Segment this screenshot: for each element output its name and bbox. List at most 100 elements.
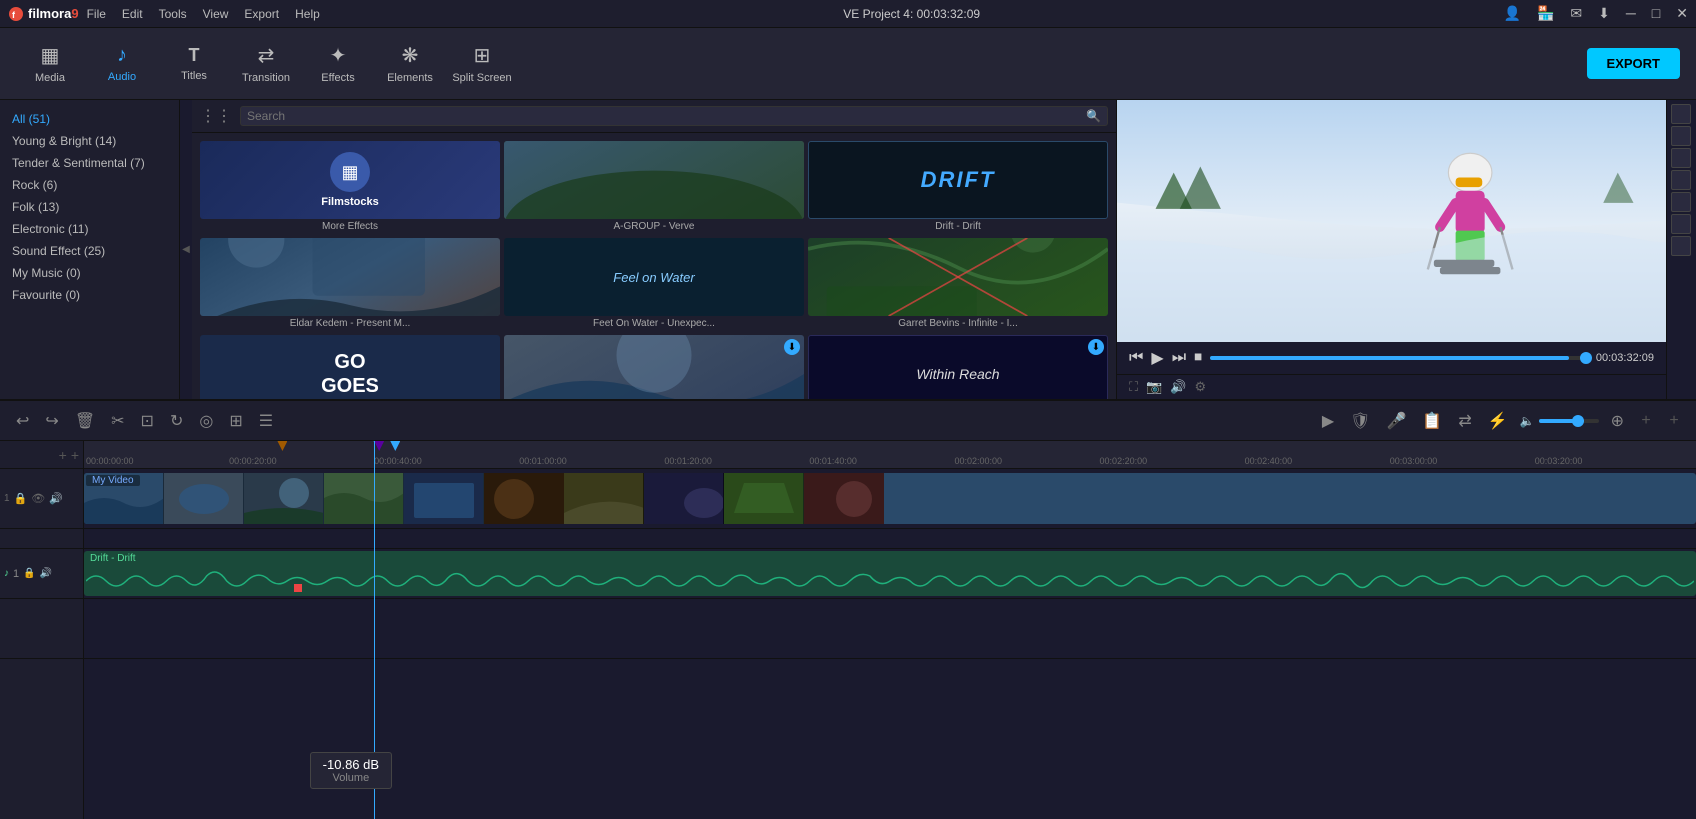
list-item[interactable]: Eldar Kedem - Present M... [200,238,500,331]
add-video-track-icon[interactable]: + [59,447,67,463]
menu-tools[interactable]: Tools [159,7,187,21]
panel-collapse[interactable]: ◀ [180,100,192,399]
audio-mute-icon[interactable]: 🔊 [40,568,52,579]
transition-icon: ⇄ [258,43,275,68]
tl-shield-button[interactable]: 🛡 [1346,407,1374,435]
category-soundeffect[interactable]: Sound Effect (25) [0,240,179,262]
effects-label: Effects [321,72,354,84]
menu-bar[interactable]: File Edit Tools View Export Help [87,7,320,21]
progress-thumb[interactable] [1580,352,1592,364]
checkbox-3[interactable] [1671,148,1691,168]
profile-icon[interactable]: 👤 [1504,5,1521,22]
tl-play-button[interactable]: ▶ [1318,407,1338,435]
list-item[interactable]: DRIFT Drift - Drift [808,141,1108,234]
menu-view[interactable]: View [203,7,229,21]
maximize-button[interactable]: □ [1652,5,1660,22]
settings-icon[interactable]: ⚙ [1194,379,1206,395]
menu-edit[interactable]: Edit [122,7,143,21]
category-mymusic[interactable]: My Music (0) [0,262,179,284]
checkbox-4[interactable] [1671,170,1691,190]
volume-slider[interactable] [1539,419,1599,423]
category-tender[interactable]: Tender & Sentimental (7) [0,152,179,174]
checkbox-5[interactable] [1671,192,1691,212]
list-item[interactable]: GOGOES GO GOES [200,335,500,399]
media-icon: ▦ [41,43,60,68]
tl-transition-button[interactable]: ⇄ [1454,407,1475,435]
list-item[interactable]: ▦ Filmstocks More Effects [200,141,500,234]
add-track-icon[interactable]: + [1636,412,1656,430]
tl-add-button[interactable]: ⊕ [1607,407,1628,435]
tl-speed-button[interactable]: ⚡ [1484,407,1512,435]
toolbar-media[interactable]: ▦ Media [16,32,84,96]
grid-view-icon[interactable]: ⋮⋮ [200,106,232,126]
transform-button[interactable]: ⊞ [225,407,246,435]
category-rock[interactable]: Rock (6) [0,174,179,196]
category-favourite[interactable]: Favourite (0) [0,284,179,306]
tl-clip-button[interactable]: 📋 [1418,407,1446,435]
fullscreen-icon[interactable]: ⛶ [1129,379,1138,395]
list-item[interactable]: Garret Bevins - Infinite - I... [808,238,1108,331]
next-frame-button[interactable]: ⏭ [1172,349,1186,367]
titles-label: Titles [181,70,207,82]
rotate-button[interactable]: ↻ [166,407,187,435]
export-button[interactable]: EXPORT [1587,48,1680,79]
search-icon[interactable]: 🔍 [1086,109,1101,123]
checkbox-1[interactable] [1671,104,1691,124]
toolbar-effects[interactable]: ✦ Effects [304,32,372,96]
audio-clip[interactable]: Drift - Drift [84,551,1696,596]
category-all[interactable]: All (51) [0,108,179,130]
volume-preview-icon[interactable]: 🔊 [1170,379,1186,395]
toolbar-titles[interactable]: T Titles [160,32,228,96]
search-input[interactable] [247,109,1086,123]
toolbar-transition[interactable]: ⇄ Transition [232,32,300,96]
stop-button[interactable]: ⏹ [1194,349,1202,367]
audio-grid: ▦ Filmstocks More Effects [192,133,1116,399]
title-bar: f filmora9 File Edit Tools View Export H… [0,0,1696,28]
checkbox-7[interactable] [1671,236,1691,256]
marker-3 [390,441,400,451]
list-item[interactable]: A-GROUP - Verve [504,141,804,234]
audio-lock-icon[interactable]: 🔒 [23,568,35,579]
cut-button[interactable]: ✂ [107,407,128,435]
category-young[interactable]: Young & Bright (14) [0,130,179,152]
list-item[interactable]: Within Reach ⬇ Within Reach [808,335,1108,399]
adjust-button[interactable]: ☰ [255,407,277,435]
search-box[interactable]: 🔍 [240,106,1108,126]
window-controls[interactable]: 👤 🏪 ✉ ⬇ ─ □ ✕ [1504,5,1688,22]
redo-button[interactable]: ↪ [41,407,62,435]
toolbar-audio[interactable]: ♪ Audio [88,32,156,96]
menu-help[interactable]: Help [295,7,320,21]
video-clip[interactable]: My Video [84,473,1696,524]
play-button[interactable]: ▶ [1151,348,1163,368]
list-item[interactable]: ⬇ ... [504,335,804,399]
category-folk[interactable]: Folk (13) [0,196,179,218]
close-button[interactable]: ✕ [1676,5,1688,22]
prev-frame-button[interactable]: ⏮ [1129,349,1143,367]
checkbox-6[interactable] [1671,214,1691,234]
track-visibility-icon[interactable]: 👁 [31,492,45,505]
stabilize-button[interactable]: ◎ [195,407,217,435]
add-track2-icon[interactable]: + [1664,412,1684,430]
add-audio-track-icon[interactable]: + [71,447,79,463]
delete-button[interactable]: 🗑 [71,407,99,435]
snapshot-icon[interactable]: 📷 [1146,379,1162,395]
store-icon[interactable]: 🏪 [1537,5,1554,22]
minimize-button[interactable]: ─ [1626,5,1636,22]
category-electronic[interactable]: Electronic (11) [0,218,179,240]
checkbox-2[interactable] [1671,126,1691,146]
list-item[interactable]: Feel on Water Feet On Water - Unexpec... [504,238,804,331]
menu-export[interactable]: Export [244,7,279,21]
toolbar-splitscreen[interactable]: ⊞ Split Screen [448,32,516,96]
mail-icon[interactable]: ✉ [1570,5,1582,22]
progress-bar[interactable] [1210,356,1588,360]
track-mute-icon[interactable]: 🔊 [49,492,63,505]
download-icon[interactable]: ⬇ [1598,5,1610,22]
toolbar-elements[interactable]: ❋ Elements [376,32,444,96]
timeline-body: + + 1 🔒 👁 🔊 ♪ 1 🔒 🔊 [0,441,1696,819]
undo-button[interactable]: ↩ [12,407,33,435]
timeline-ruler: 00:00:00:00 00:00:20:00 00:00:40:00 00:0… [84,441,1696,469]
menu-file[interactable]: File [87,7,106,21]
crop-button[interactable]: ⊡ [137,407,158,435]
tl-mic-button[interactable]: 🎤 [1382,407,1410,435]
track-lock-icon[interactable]: 🔒 [14,492,28,505]
